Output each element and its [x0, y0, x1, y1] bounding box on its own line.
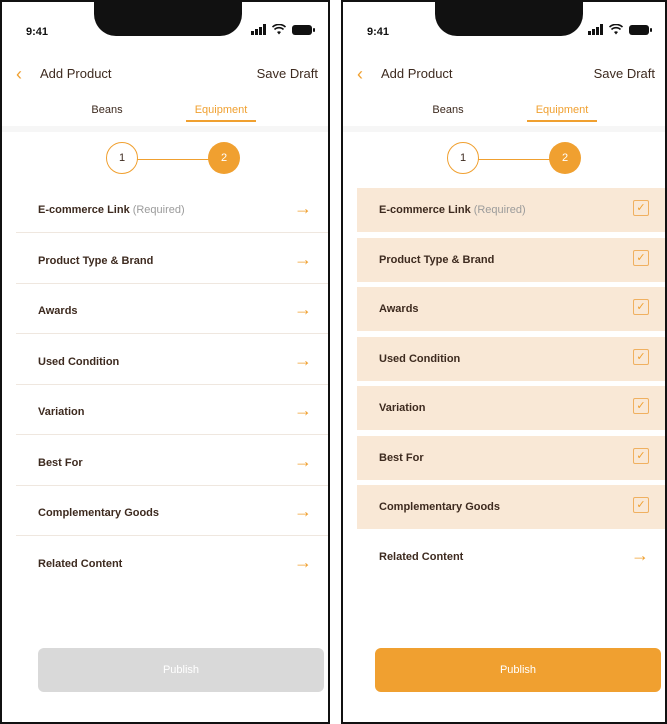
back-chevron-icon[interactable]: ‹	[357, 64, 363, 84]
item-label: Used Condition	[379, 352, 461, 365]
list-item-best-for[interactable]: Best For →	[16, 441, 328, 486]
page-title: Add Product	[40, 66, 112, 81]
arrow-right-icon: →	[631, 544, 649, 565]
save-draft-button[interactable]: Save Draft	[594, 66, 655, 81]
notch	[94, 2, 242, 36]
item-list: E-commerce Link (Required) ✓ Product Type…	[357, 188, 665, 584]
item-label: Related Content	[38, 557, 123, 570]
save-draft-button[interactable]: Save Draft	[257, 66, 318, 81]
status-bar: 9:41	[2, 2, 328, 62]
step-2[interactable]: 2	[208, 142, 240, 174]
item-label: Best For	[379, 451, 424, 464]
stepper: 1 2	[343, 142, 665, 178]
list-item-ecommerce-link[interactable]: E-commerce Link (Required) →	[16, 188, 328, 233]
tab-bar: Beans Equipment	[343, 94, 665, 132]
status-time: 9:41	[367, 26, 390, 38]
item-label: Used Condition	[38, 355, 120, 368]
wifi-icon	[609, 24, 623, 35]
battery-icon	[292, 24, 315, 35]
status-bar: 9:41	[343, 2, 665, 62]
item-label: E-commerce Link (Required)	[379, 204, 526, 216]
required-note: (Required)	[473, 204, 526, 216]
checkbox-checked-icon[interactable]: ✓	[633, 299, 649, 315]
arrow-right-icon: →	[294, 198, 312, 218]
phone-screen-right: 9:41 ‹ Add Product Save Draft Beans Equi…	[341, 0, 667, 724]
list-item-variation[interactable]: Variation →	[16, 390, 328, 435]
battery-icon	[629, 24, 652, 35]
item-label: Best For	[38, 456, 83, 469]
step-2[interactable]: 2	[549, 142, 581, 174]
arrow-right-icon: →	[294, 501, 312, 521]
status-icons	[251, 24, 315, 35]
status-time: 9:41	[26, 26, 49, 38]
tab-equipment[interactable]: Equipment	[186, 104, 256, 122]
stepper: 1 2	[2, 142, 328, 178]
tab-bar: Beans Equipment	[2, 94, 328, 132]
tab-beans[interactable]: Beans	[72, 104, 142, 116]
publish-button-disabled[interactable]: Publish	[38, 648, 324, 692]
arrow-right-icon: →	[294, 299, 312, 319]
arrow-right-icon: →	[294, 450, 312, 471]
list-item-complementary-goods[interactable]: Complementary Goods →	[16, 491, 328, 536]
arrow-right-icon: →	[294, 349, 312, 370]
item-label: Product Type & Brand	[38, 254, 154, 267]
checkbox-checked-icon[interactable]: ✓	[633, 497, 649, 513]
list-item-variation[interactable]: Variation ✓	[357, 386, 665, 430]
list-item-related-content[interactable]: Related Content →	[357, 535, 665, 579]
back-chevron-icon[interactable]: ‹	[16, 64, 22, 84]
status-icons	[588, 24, 652, 35]
signal-icon	[251, 24, 266, 35]
list-item-used-condition[interactable]: Used Condition ✓	[357, 336, 665, 381]
arrow-right-icon: →	[294, 400, 312, 420]
list-item-product-type-brand[interactable]: Product Type & Brand ✓	[357, 237, 665, 282]
item-label: Related Content	[379, 550, 464, 563]
list-item-awards[interactable]: Awards ✓	[357, 287, 665, 331]
checkbox-checked-icon[interactable]: ✓	[633, 398, 649, 414]
checkbox-checked-icon[interactable]: ✓	[633, 348, 649, 365]
item-label: Variation	[38, 406, 85, 418]
item-label: Complementary Goods	[379, 501, 501, 513]
checkbox-checked-icon[interactable]: ✓	[633, 249, 649, 266]
signal-icon	[588, 24, 603, 35]
item-label: Complementary Goods	[38, 507, 160, 519]
page-title: Add Product	[381, 66, 453, 81]
phone-screen-left: 9:41 ‹ Add Product Save Draft Beans Equi…	[0, 0, 330, 724]
nav-bar: ‹ Add Product Save Draft	[343, 64, 665, 88]
arrow-right-icon: →	[294, 248, 312, 269]
step-1[interactable]: 1	[447, 142, 479, 174]
step-1[interactable]: 1	[106, 142, 138, 174]
checkbox-checked-icon[interactable]: ✓	[633, 447, 649, 464]
list-item-best-for[interactable]: Best For ✓	[357, 435, 665, 480]
required-note: (Required)	[132, 204, 185, 216]
item-label: Awards	[38, 305, 78, 317]
item-list: E-commerce Link (Required) → Product Type…	[16, 188, 328, 591]
list-item-ecommerce-link[interactable]: E-commerce Link (Required) ✓	[357, 188, 665, 232]
list-item-awards[interactable]: Awards →	[16, 289, 328, 334]
publish-button[interactable]: Publish	[375, 648, 661, 692]
list-item-product-type-brand[interactable]: Product Type & Brand →	[16, 239, 328, 284]
item-label: E-commerce Link (Required)	[38, 204, 185, 216]
item-label: Product Type & Brand	[379, 253, 495, 266]
arrow-right-icon: →	[294, 551, 312, 572]
wifi-icon	[272, 24, 286, 35]
list-item-complementary-goods[interactable]: Complementary Goods ✓	[357, 485, 665, 529]
list-item-related-content[interactable]: Related Content →	[16, 542, 328, 586]
item-label: Awards	[379, 303, 419, 315]
tab-equipment[interactable]: Equipment	[527, 104, 597, 122]
nav-bar: ‹ Add Product Save Draft	[2, 64, 328, 88]
tab-beans[interactable]: Beans	[413, 104, 483, 116]
checkbox-checked-icon[interactable]: ✓	[633, 200, 649, 216]
item-label: Variation	[379, 402, 426, 414]
notch	[435, 2, 583, 36]
list-item-used-condition[interactable]: Used Condition →	[16, 340, 328, 385]
